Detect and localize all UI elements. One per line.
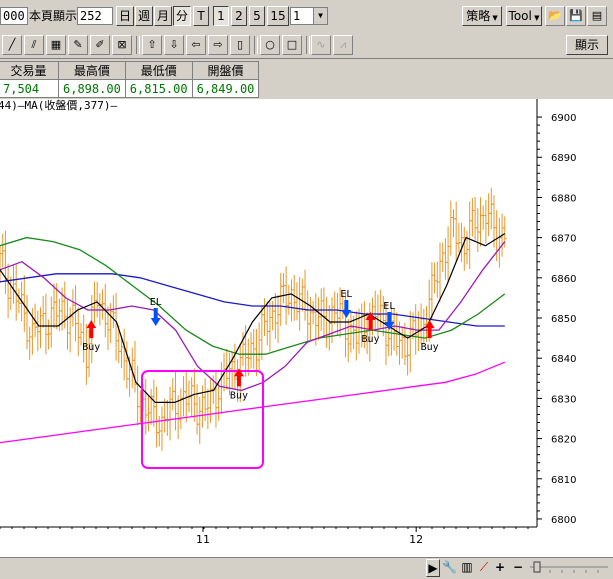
toolbar-divider	[136, 36, 140, 54]
zoom-in-icon[interactable]: +	[494, 559, 506, 575]
period-week-button[interactable]: 週	[135, 6, 153, 26]
y-tick-label: 6850	[551, 314, 576, 325]
quote-panel: 交易量 最高價 最低價 開盤價 7,504 6,898.00 6,815.00 …	[0, 59, 613, 99]
interval-15-button[interactable]: 15	[267, 6, 289, 26]
quote-header: 最高價	[58, 61, 126, 80]
edit-icon[interactable]: ✐	[90, 35, 110, 55]
magenta-ma-line	[0, 361, 506, 444]
buy-label: Buy	[361, 334, 379, 345]
pattern-tool-icon[interactable]: ⩘	[333, 35, 353, 55]
color-palette-icon[interactable]: ▦	[46, 35, 66, 55]
parallel-line-icon[interactable]: ⫽	[24, 35, 44, 55]
y-tick-label: 6840	[551, 354, 576, 365]
main-toolbar: 000 本頁顯示 252 日 週 月 分 T 1 2 5 15 1 ▼ 策略 ▼…	[0, 0, 613, 33]
tool-button[interactable]: Tool ▼	[506, 6, 542, 26]
zoom-slider[interactable]	[528, 559, 610, 575]
arrow-up-icon[interactable]: ⇧	[142, 35, 162, 55]
interval-select-value: 1	[293, 9, 301, 23]
buy-label: Buy	[230, 390, 248, 401]
dropdown-arrow-icon: ▼	[531, 14, 540, 22]
wrench-icon[interactable]: 🔧	[442, 559, 457, 575]
period-minute-button[interactable]: 分	[173, 6, 191, 26]
arrow-left-icon[interactable]: ⇦	[186, 35, 206, 55]
quote-value: 6,815.00	[124, 79, 193, 98]
y-tick-label: 6810	[551, 475, 576, 486]
dropdown-arrow-icon: ▼	[490, 14, 498, 22]
period-day-button[interactable]: 日	[116, 6, 134, 26]
chevron-down-icon[interactable]: ▼	[313, 8, 327, 24]
interval-1-button[interactable]: 1	[213, 6, 229, 26]
quote-value: 7,504	[0, 79, 59, 98]
y-tick-label: 6880	[551, 193, 576, 204]
tool-label: Tool	[508, 9, 532, 23]
buy-label: Buy	[421, 342, 439, 353]
period-month-button[interactable]: 月	[154, 6, 172, 26]
quote-header: 交易量	[0, 61, 59, 80]
exit-label: EL	[383, 301, 395, 312]
save-icon[interactable]: 💾	[566, 6, 586, 26]
delete-drawing-icon[interactable]: ⊠	[112, 35, 132, 55]
line-tool-icon[interactable]: ╱	[2, 35, 22, 55]
y-tick-label: 6820	[551, 435, 576, 446]
chart-line-icon[interactable]: ⟋	[476, 559, 492, 575]
y-tick-label: 6830	[551, 394, 576, 405]
chart-status-bar: ▶ 🔧 ▥ ⟋ + −	[0, 557, 613, 577]
quote-value-row: 7,504 6,898.00 6,815.00 6,849.00	[0, 79, 260, 98]
y-tick-label: 6870	[551, 234, 576, 245]
interval-5-button[interactable]: 5	[249, 6, 265, 26]
drawing-toolbar: ╱ ⫽ ▦ ✎ ✐ ⊠ ⇧ ⇩ ⇦ ⇨ ▯ ○ □ ∿ ⩘ 顯示	[0, 32, 613, 59]
toolbar-divider	[306, 36, 310, 54]
legend-text: 44)—MA(收盤價,377)—	[0, 99, 118, 113]
toolbar-divider	[254, 36, 258, 54]
rectangle-tool-icon[interactable]: □	[282, 35, 302, 55]
strategy-button[interactable]: 策略 ▼	[462, 6, 502, 26]
quote-header: 最低價	[124, 61, 193, 80]
arrow-down-icon[interactable]: ⇩	[164, 35, 184, 55]
zoom-slider-track-icon	[530, 561, 608, 573]
tick-button[interactable]: T	[193, 6, 209, 26]
x-tick-label: 11	[196, 533, 210, 546]
y-tick-label: 6860	[551, 274, 576, 285]
y-tick-label: 6900	[551, 113, 576, 124]
quote-table: 交易量 最高價 最低價 開盤價 7,504 6,898.00 6,815.00 …	[0, 61, 260, 98]
scroll-right-icon[interactable]: ▶	[426, 559, 440, 577]
eraser-icon[interactable]: ✎	[68, 35, 88, 55]
text-tool-icon[interactable]: ▯	[230, 35, 250, 55]
zoom-out-icon[interactable]: −	[512, 559, 524, 575]
quote-value: 6,849.00	[191, 79, 260, 98]
wave-tool-icon[interactable]: ∿	[311, 35, 331, 55]
display-button[interactable]: 顯示	[566, 35, 608, 55]
circle-tool-icon[interactable]: ○	[260, 35, 280, 55]
sell-arrow-icon	[150, 308, 161, 327]
chart-area[interactable]: 6900 6890 6880 6870 6860 6850 6840 6830 6820 6810…	[0, 99, 613, 557]
period-field[interactable]: 000	[0, 7, 28, 25]
y-tick-label: 6890	[551, 153, 576, 164]
exit-label: EL	[150, 297, 162, 308]
price-chart[interactable]: 6900 6890 6880 6870 6860 6850 6840 6830 6820 6810…	[0, 99, 613, 557]
quote-value: 6,898.00	[58, 79, 126, 98]
settings-icon[interactable]: ▤	[587, 6, 607, 26]
arrow-right-icon[interactable]: ⇨	[208, 35, 228, 55]
page-count-input[interactable]: 252	[77, 7, 113, 25]
exit-label: EL	[340, 289, 352, 300]
quote-header-row: 交易量 最高價 最低價 開盤價	[0, 61, 260, 80]
quote-header: 開盤價	[191, 61, 260, 80]
interval-select[interactable]: 1 ▼	[290, 7, 328, 25]
page-count-label: 本頁顯示	[29, 9, 78, 23]
chart-properties-icon[interactable]: ▥	[460, 559, 474, 575]
interval-2-button[interactable]: 2	[231, 6, 247, 26]
y-tick-label: 6800	[551, 515, 576, 526]
buy-label: Buy	[82, 342, 100, 353]
open-folder-icon[interactable]: 📂	[545, 6, 565, 26]
x-tick-label: 12	[409, 533, 423, 546]
strategy-label: 策略	[466, 9, 491, 23]
